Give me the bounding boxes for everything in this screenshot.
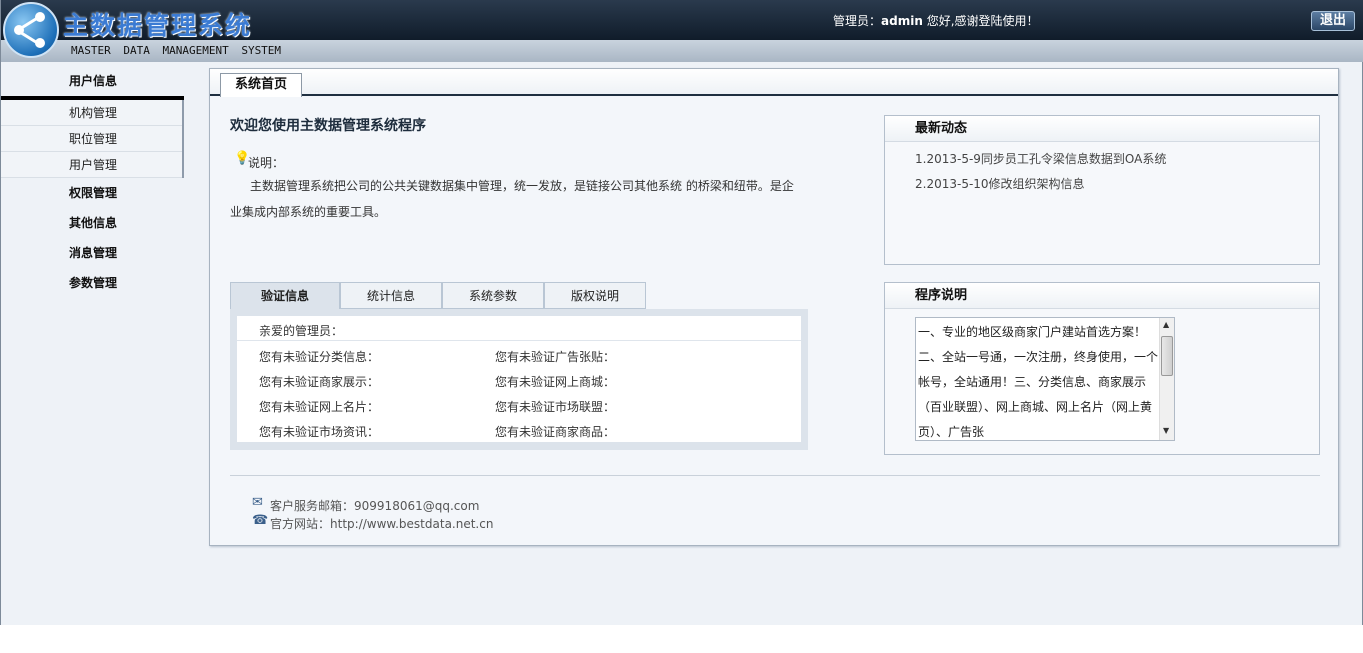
- news-title: 最新动态: [885, 116, 1319, 142]
- info-tabs: 验证信息 统计信息 系统参数 版权说明 亲爱的管理员： 您有未验证分类信息： 您…: [230, 282, 808, 450]
- verify-item: 您有未验证商家商品：: [495, 425, 616, 439]
- sidebar-item-permission[interactable]: 权限管理: [1, 178, 185, 208]
- tab-panel: 亲爱的管理员： 您有未验证分类信息： 您有未验证广告张贴： 您有未验证商家展示：…: [230, 309, 808, 450]
- program-box: 程序说明 一、专业的地区级商家门户建站首选方案！二、全站一号通，一次注册，终身使…: [884, 282, 1320, 455]
- username: admin: [881, 14, 923, 28]
- verify-item: 您有未验证分类信息：: [259, 350, 380, 364]
- sidebar-item-user[interactable]: 用户管理: [1, 152, 182, 178]
- program-title: 程序说明: [885, 283, 1319, 309]
- news-item[interactable]: 1.2013-5-9同步员工孔令梁信息数据到OA系统: [915, 150, 1166, 167]
- footer-email: 客户服务邮箱：909918061@qq.com: [270, 497, 479, 514]
- mail-icon: ✉: [252, 495, 263, 510]
- email-value[interactable]: 909918061@qq.com: [354, 499, 479, 513]
- tab-divider: [237, 340, 801, 341]
- verify-item: 您有未验证广告张贴：: [495, 350, 616, 364]
- description-text: 主数据管理系统把公司的公共关键数据集中管理，统一发放，是链接公司其他系统 的桥梁…: [230, 179, 794, 219]
- app-title: 主数据管理系统: [63, 11, 253, 40]
- sidebar-submenu: 机构管理 职位管理 用户管理: [1, 100, 184, 178]
- sidebar-item-other[interactable]: 其他信息: [1, 208, 185, 238]
- sidebar-item-user-info[interactable]: 用户信息: [1, 62, 185, 96]
- app-subtitle: MASTER DATA MANAGEMENT SYSTEM: [71, 44, 282, 57]
- logo-icon: [3, 2, 59, 58]
- description-label: 说明：: [248, 156, 285, 170]
- program-scrollbar[interactable]: ▲ ▼: [1159, 318, 1174, 440]
- header: 主数据管理系统 MASTER DATA MANAGEMENT SYSTEM 管理…: [1, 0, 1363, 62]
- program-text: 一、专业的地区级商家门户建站首选方案！二、全站一号通，一次注册，终身使用，一个帐…: [918, 325, 1159, 439]
- sidebar-item-position[interactable]: 职位管理: [1, 126, 182, 152]
- greeting-prefix: 管理员：: [833, 14, 882, 28]
- verify-item: 您有未验证网上名片：: [259, 400, 380, 414]
- phone-icon: ☎: [252, 513, 269, 528]
- sidebar-item-message[interactable]: 消息管理: [1, 238, 185, 268]
- tab-copyright[interactable]: 版权说明: [544, 282, 646, 309]
- news-item[interactable]: 2.2013-5-10修改组织架构信息: [915, 175, 1085, 192]
- app-window: 主数据管理系统 MASTER DATA MANAGEMENT SYSTEM 管理…: [0, 0, 1363, 625]
- user-greeting: 管理员：admin 您好,感谢登陆使用！: [833, 12, 1039, 29]
- verify-item: 您有未验证商家展示：: [259, 375, 380, 389]
- welcome-heading: 欢迎您使用主数据管理系统程序: [230, 118, 426, 134]
- news-box: 最新动态 1.2013-5-9同步员工孔令梁信息数据到OA系统 2.2013-5…: [884, 115, 1320, 265]
- footer-site: 官方网站：http://www.bestdata.net.cn: [270, 515, 493, 532]
- program-textarea[interactable]: 一、专业的地区级商家门户建站首选方案！二、全站一号通，一次注册，终身使用，一个帐…: [915, 317, 1175, 441]
- scroll-up-icon[interactable]: ▲: [1163, 320, 1169, 329]
- verify-item: 您有未验证市场资讯：: [259, 425, 380, 439]
- tab-verify-info[interactable]: 验证信息: [230, 282, 340, 309]
- sidebar-item-org[interactable]: 机构管理: [1, 100, 182, 126]
- tab-greeting: 亲爱的管理员：: [259, 324, 344, 338]
- tab-content: 亲爱的管理员： 您有未验证分类信息： 您有未验证广告张贴： 您有未验证商家展示：…: [237, 316, 801, 442]
- verify-item: 您有未验证市场联盟：: [495, 400, 616, 414]
- greeting-suffix: 您好,感谢登陆使用！: [922, 14, 1039, 28]
- tab-stat-info[interactable]: 统计信息: [340, 282, 442, 309]
- email-label: 客户服务邮箱：: [270, 499, 355, 513]
- main-panel: 系统首页 欢迎您使用主数据管理系统程序 💡 说明： 主数据管理系统把公司的公共关…: [209, 68, 1339, 546]
- site-label: 官方网站：: [270, 517, 331, 531]
- tab-home[interactable]: 系统首页: [220, 73, 302, 97]
- verify-item: 您有未验证网上商城：: [495, 375, 616, 389]
- logout-button[interactable]: 退出: [1311, 11, 1355, 31]
- tab-system-params[interactable]: 系统参数: [442, 282, 544, 309]
- sidebar: 用户信息 机构管理 职位管理 用户管理 权限管理 其他信息 消息管理 参数管理: [1, 62, 185, 298]
- scroll-down-icon[interactable]: ▼: [1163, 426, 1169, 435]
- sidebar-item-params[interactable]: 参数管理: [1, 268, 185, 298]
- main-tabbar: 系统首页: [210, 69, 1338, 97]
- footer-divider: [230, 475, 1320, 476]
- scroll-thumb[interactable]: [1161, 336, 1173, 376]
- site-link[interactable]: http://www.bestdata.net.cn: [330, 517, 493, 531]
